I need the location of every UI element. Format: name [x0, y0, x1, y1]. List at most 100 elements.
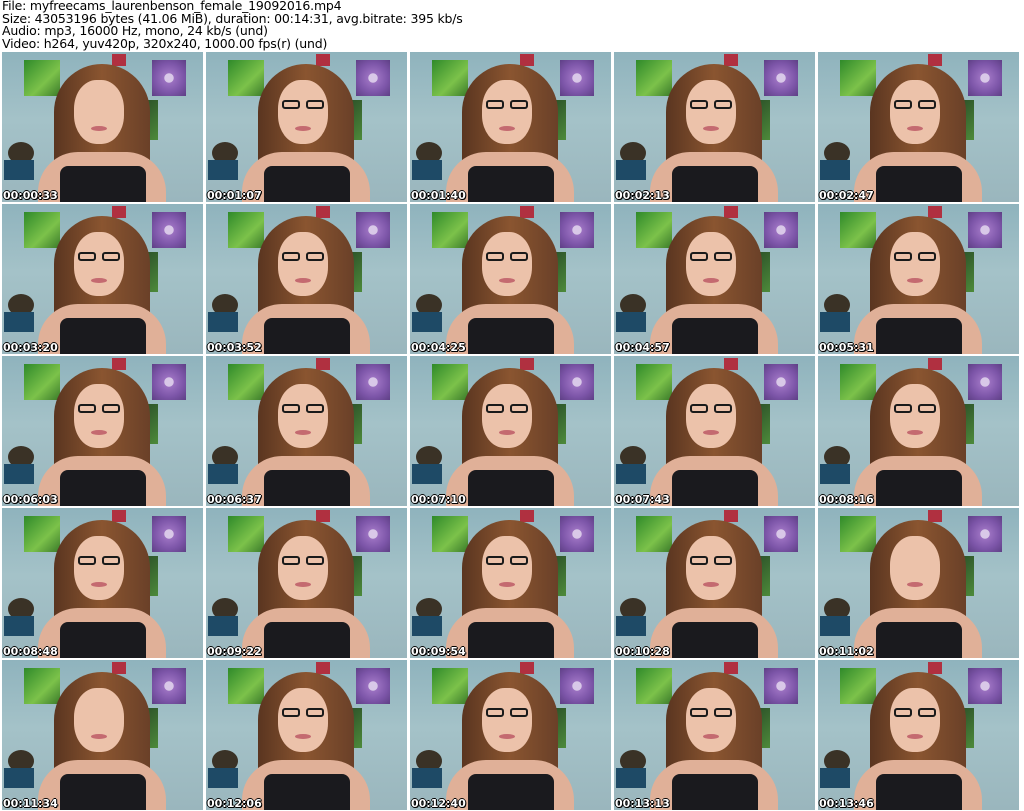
shelf	[208, 768, 238, 788]
video-thumbnail: 00:04:57	[614, 204, 815, 354]
red-poster	[520, 54, 534, 66]
glasses-icon	[280, 556, 326, 566]
video-thumbnail: 00:07:43	[614, 356, 815, 506]
video-thumbnail: 00:06:37	[206, 356, 407, 506]
red-poster	[112, 510, 126, 522]
shelf	[4, 312, 34, 332]
black-top	[60, 318, 146, 354]
glasses-icon	[892, 404, 938, 414]
black-top	[264, 622, 350, 658]
timestamp: 00:09:22	[207, 645, 262, 658]
red-poster	[928, 662, 942, 674]
purple-flower-poster	[152, 668, 186, 704]
face	[482, 232, 532, 296]
black-top	[60, 622, 146, 658]
video-thumbnail: 00:11:02	[818, 508, 1019, 658]
red-poster	[316, 662, 330, 674]
lips	[907, 126, 923, 131]
green-poster	[432, 212, 468, 248]
glasses-icon	[688, 708, 734, 718]
video-thumbnail: 00:04:25	[410, 204, 611, 354]
red-poster	[520, 206, 534, 218]
green-poster	[228, 60, 264, 96]
glasses-icon	[892, 100, 938, 110]
black-top	[672, 318, 758, 354]
video-thumbnail: 00:13:46	[818, 660, 1019, 810]
red-poster	[520, 662, 534, 674]
glasses-icon	[76, 252, 122, 262]
shelf	[412, 768, 442, 788]
lips	[907, 734, 923, 739]
video-thumbnail: 00:06:03	[2, 356, 203, 506]
black-top	[672, 166, 758, 202]
lips	[703, 430, 719, 435]
shelf	[820, 768, 850, 788]
video-thumbnail: 00:12:06	[206, 660, 407, 810]
green-poster	[228, 668, 264, 704]
glasses-icon	[892, 252, 938, 262]
glasses-icon	[688, 100, 734, 110]
purple-flower-poster	[152, 212, 186, 248]
purple-flower-poster	[560, 60, 594, 96]
glasses-icon	[484, 252, 530, 262]
glasses-icon	[76, 556, 122, 566]
black-top	[60, 470, 146, 506]
face	[890, 384, 940, 448]
black-top	[60, 166, 146, 202]
glasses-icon	[688, 252, 734, 262]
shelf	[820, 616, 850, 636]
timestamp: 00:10:28	[615, 645, 670, 658]
timestamp: 00:11:02	[819, 645, 874, 658]
glasses-icon	[484, 100, 530, 110]
face	[890, 688, 940, 752]
green-poster	[432, 60, 468, 96]
green-poster	[840, 516, 876, 552]
face	[482, 688, 532, 752]
purple-flower-poster	[968, 516, 1002, 552]
black-top	[672, 470, 758, 506]
shelf	[4, 616, 34, 636]
green-poster	[228, 516, 264, 552]
black-top	[264, 774, 350, 810]
shelf	[820, 312, 850, 332]
shelf	[616, 768, 646, 788]
purple-flower-poster	[968, 668, 1002, 704]
glasses-icon	[484, 556, 530, 566]
purple-flower-poster	[152, 516, 186, 552]
face	[890, 232, 940, 296]
lips	[295, 278, 311, 283]
video-info: Video: h264, yuv420p, 320x240, 1000.00 f…	[2, 35, 328, 51]
lips	[91, 278, 107, 283]
lips	[703, 582, 719, 587]
video-thumbnail: 00:13:13	[614, 660, 815, 810]
shelf	[616, 312, 646, 332]
red-poster	[112, 54, 126, 66]
timestamp: 00:02:47	[819, 189, 874, 202]
face	[278, 232, 328, 296]
shelf	[4, 160, 34, 180]
purple-flower-poster	[356, 364, 390, 400]
lips	[907, 430, 923, 435]
green-poster	[636, 668, 672, 704]
face	[74, 688, 124, 752]
timestamp: 00:07:10	[411, 493, 466, 506]
purple-flower-poster	[968, 60, 1002, 96]
green-poster	[840, 60, 876, 96]
timestamp: 00:02:13	[615, 189, 670, 202]
green-poster	[636, 516, 672, 552]
lips	[499, 582, 515, 587]
purple-flower-poster	[560, 364, 594, 400]
timestamp: 00:04:57	[615, 341, 670, 354]
purple-flower-poster	[152, 364, 186, 400]
green-poster	[432, 364, 468, 400]
video-thumbnail: 00:02:13	[614, 52, 815, 202]
face	[278, 536, 328, 600]
timestamp: 00:13:13	[615, 797, 670, 810]
shelf	[4, 768, 34, 788]
lips	[703, 126, 719, 131]
timestamp: 00:01:07	[207, 189, 262, 202]
red-poster	[112, 662, 126, 674]
red-poster	[724, 54, 738, 66]
shelf	[820, 464, 850, 484]
purple-flower-poster	[968, 364, 1002, 400]
